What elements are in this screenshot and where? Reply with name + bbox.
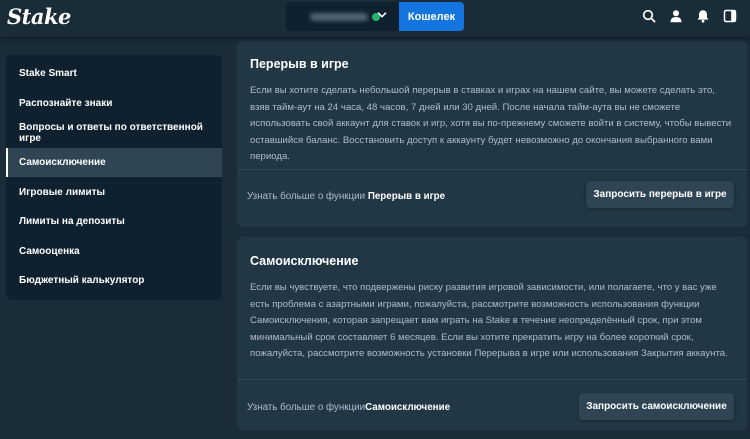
bell-icon[interactable]	[696, 9, 710, 23]
sidebar-item-budget-calculator[interactable]: Бюджетный калькулятор	[6, 266, 222, 296]
card-footer: Узнать больше о функцииСамоисключение За…	[237, 379, 747, 430]
wallet-button[interactable]: Кошелек	[399, 2, 464, 31]
sidebar-item-label: Самооценка	[19, 245, 80, 257]
sidebar-item-stake-smart[interactable]: Stake Smart	[6, 59, 222, 89]
request-self-exclusion-button[interactable]: Запросить самоисключение	[579, 393, 734, 420]
self-exclusion-card: Самоисключение Если вы чувствуете, что п…	[237, 237, 747, 430]
sidebar-item-label: Вопросы и ответы по ответственной игре	[19, 121, 203, 144]
sidebar-item-label: Бюджетный калькулятор	[19, 275, 145, 287]
sidebar-item-label: Stake Smart	[19, 68, 77, 80]
learn-more-text: Узнать больше о функцииСамоисключение	[247, 402, 450, 413]
learn-more-text: Узнать больше о функции Перерыв в игре	[247, 191, 445, 202]
sidebar-item-label: Распознайте знаки	[19, 97, 113, 109]
card-description: Если вы хотите сделать небольшой перерыв…	[250, 85, 732, 163]
request-break-button[interactable]: Запросить перерыв в игре	[586, 181, 734, 208]
sidebar-item-label: Лимиты на депозиты	[19, 216, 125, 228]
balance-selector[interactable]	[286, 2, 399, 31]
sidebar-toggle-icon[interactable]	[723, 9, 737, 23]
learn-more-prefix: Узнать больше о функции	[247, 402, 366, 413]
sidebar-item-faq[interactable]: Вопросы и ответы по ответственной игре	[6, 118, 222, 148]
card-footer: Узнать больше о функции Перерыв в игре З…	[237, 169, 747, 227]
balance-amount-hidden	[310, 12, 368, 21]
sidebar-item-label: Самоисключение	[19, 157, 106, 169]
search-icon[interactable]	[642, 9, 656, 23]
sidebar-item-deposit-limits[interactable]: Лимиты на депозиты	[6, 207, 222, 237]
stake-logo[interactable]: Stake	[7, 4, 71, 29]
learn-more-link[interactable]: Перерыв в игре	[368, 191, 445, 202]
sidebar-item-recognize-signs[interactable]: Распознайте знаки	[6, 89, 222, 119]
user-icon[interactable]	[669, 9, 683, 23]
card-title: Самоисключение	[250, 254, 359, 268]
card-title: Перерыв в игре	[250, 57, 349, 71]
sidebar-item-self-assessment[interactable]: Самооценка	[6, 237, 222, 267]
learn-more-prefix: Узнать больше о функции	[247, 191, 368, 202]
card-description: Если вы чувствуете, что подвержены риску…	[250, 282, 728, 360]
sidebar-item-self-exclusion[interactable]: Самоисключение	[6, 147, 222, 178]
sidebar-nav: Stake Smart Распознайте знаки Вопросы и …	[6, 55, 222, 300]
sidebar-item-label: Игровые лимиты	[19, 186, 106, 198]
learn-more-link[interactable]: Самоисключение	[365, 402, 450, 413]
break-card: Перерыв в игре Если вы хотите сделать не…	[237, 41, 747, 227]
top-bar: Stake Кошелек	[0, 0, 750, 37]
chevron-down-icon	[377, 12, 387, 18]
sidebar-item-gaming-limits[interactable]: Игровые лимиты	[6, 177, 222, 207]
